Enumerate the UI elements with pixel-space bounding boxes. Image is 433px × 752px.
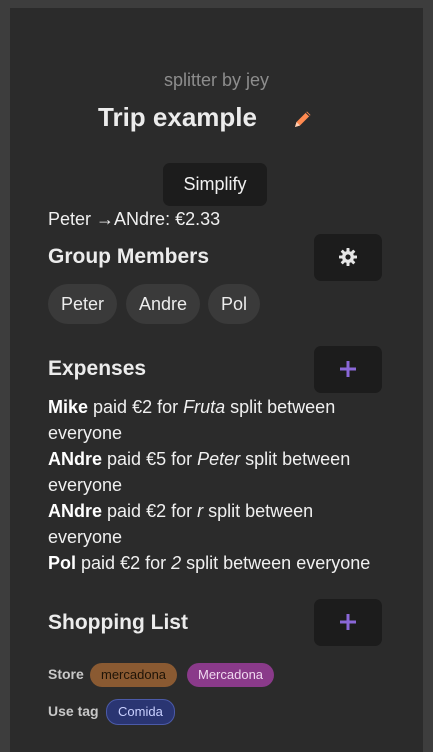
- expense-description: Fruta: [183, 397, 226, 417]
- pencil-icon: [295, 111, 311, 127]
- expense-payer: Pol: [48, 553, 77, 573]
- member-chip-peter[interactable]: Peter: [48, 284, 118, 324]
- expense-paid-text: paid: [102, 449, 147, 469]
- members-heading: Group Members: [48, 245, 210, 268]
- expense-item: ANdre paid €5 for Peter split between ev…: [48, 446, 388, 498]
- expense-payer: ANdre: [48, 501, 103, 521]
- settlement-amount: €2.33: [175, 209, 221, 229]
- member-chip-pol[interactable]: Pol: [208, 284, 261, 324]
- expense-payer: Mike: [48, 397, 89, 417]
- title-row: Trip example: [10, 100, 423, 136]
- settlement-colon: :: [165, 209, 176, 229]
- brand-subtitle: splitter by jey: [163, 70, 270, 90]
- members-settings-button[interactable]: [314, 234, 382, 281]
- expense-split-text: split between everyone: [181, 553, 371, 573]
- expense-for-text: for: [166, 449, 198, 469]
- expense-description: Peter: [197, 449, 241, 469]
- simplify-button[interactable]: Simplify: [163, 163, 267, 206]
- store-label: Store: [48, 666, 84, 682]
- expense-item: Pol paid €2 for 2 split between everyone: [48, 550, 388, 576]
- plus-icon: [340, 361, 356, 377]
- expense-payer: ANdre: [48, 449, 103, 469]
- edit-title-button[interactable]: [292, 108, 318, 134]
- arrow-icon: →: [96, 209, 115, 229]
- expense-paid-text: paid: [88, 397, 133, 417]
- main-panel: splitter by jey Trip example Simplify Pe…: [10, 8, 423, 752]
- expense-for-text: for: [140, 553, 172, 573]
- expense-amount: €2: [146, 501, 167, 521]
- expenses-heading: Expenses: [48, 357, 147, 380]
- shopping-heading: Shopping List: [48, 611, 188, 634]
- expense-item: ANdre paid €2 for r split between everyo…: [48, 498, 388, 550]
- settlement-from: Peter: [48, 209, 92, 229]
- settlement-to: ANdre: [114, 209, 166, 229]
- add-expense-button[interactable]: [314, 346, 382, 393]
- store-tag-mercadona-alt[interactable]: Mercadona: [187, 663, 275, 687]
- app-frame: splitter by jey Trip example Simplify Pe…: [0, 0, 433, 752]
- member-chip-andre[interactable]: Andre: [126, 284, 201, 324]
- expense-for-text: for: [166, 501, 198, 521]
- expense-amount: €5: [146, 449, 167, 469]
- expense-list: Mike paid €2 for Fruta split between eve…: [48, 394, 388, 576]
- add-shopping-item-button[interactable]: [314, 599, 382, 646]
- expense-paid-text: paid: [76, 553, 121, 573]
- gear-icon: [339, 248, 357, 266]
- trip-title: Trip example: [98, 102, 257, 132]
- plus-icon: [340, 614, 356, 630]
- expense-item: Mike paid €2 for Fruta split between eve…: [48, 394, 388, 446]
- expense-amount: €2: [120, 553, 141, 573]
- settlement-line: Peter →ANdre: €2.33: [48, 209, 220, 230]
- use-tag-label: Use tag: [48, 703, 99, 719]
- store-tag-mercadona[interactable]: mercadona: [90, 663, 178, 687]
- expense-paid-text: paid: [102, 501, 147, 521]
- tag-comida[interactable]: Comida: [106, 699, 175, 725]
- expense-for-text: for: [152, 397, 184, 417]
- expense-amount: €2: [132, 397, 153, 417]
- expense-description: 2: [171, 553, 182, 573]
